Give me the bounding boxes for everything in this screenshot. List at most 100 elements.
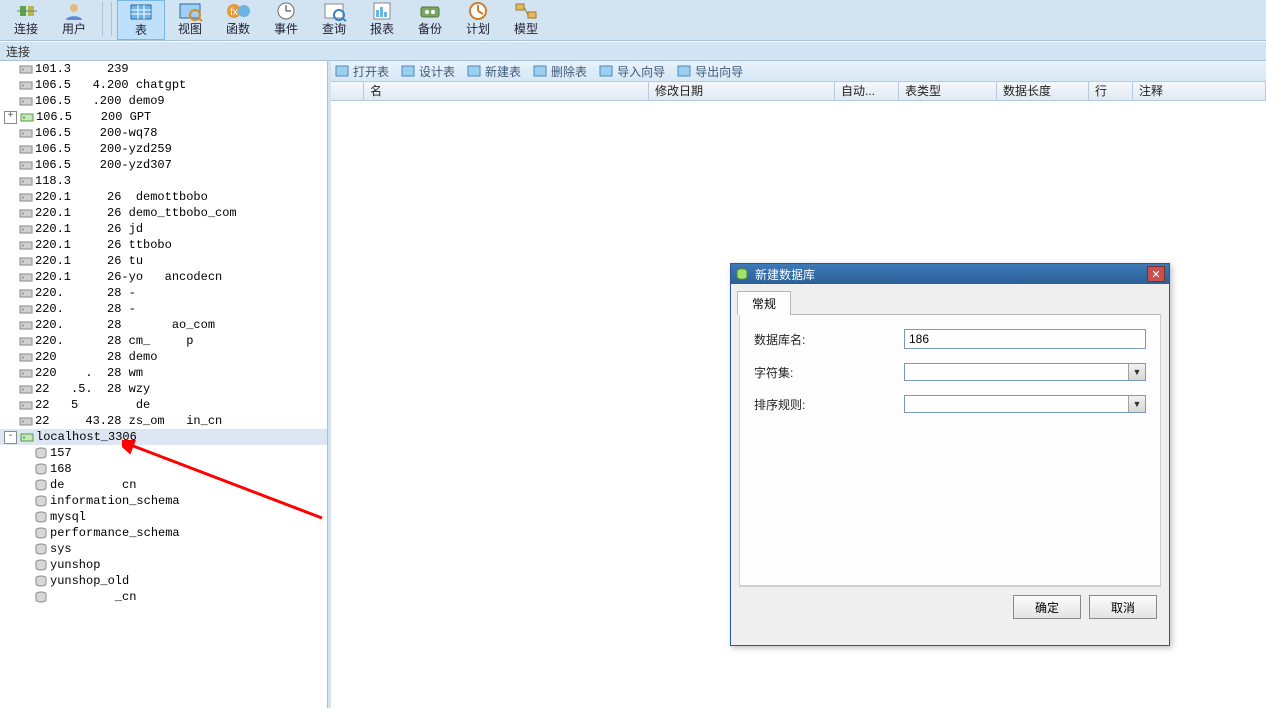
toolbar-event-label: 事件 <box>274 22 298 36</box>
column-header[interactable]: 表类型 <box>899 82 997 100</box>
server-node[interactable]: 106.5 200-yzd259 <box>0 141 327 157</box>
charset-input[interactable] <box>904 363 1146 381</box>
database-node[interactable]: performance_schema <box>0 525 327 541</box>
column-header[interactable]: 自动... <box>835 82 899 100</box>
collapse-icon[interactable]: - <box>4 431 17 444</box>
server-icon <box>19 350 33 364</box>
tab-general[interactable]: 常规 <box>737 291 791 315</box>
server-node[interactable]: 220.1 26-yo ancodecn <box>0 269 327 285</box>
toolbar-table-button[interactable]: 表 <box>117 0 165 40</box>
server-node[interactable]: 220. 28 cm_ p <box>0 333 327 349</box>
collation-input[interactable] <box>904 395 1146 413</box>
db-icon <box>34 446 48 460</box>
node-label: 168 <box>50 461 72 477</box>
database-node[interactable]: sys <box>0 541 327 557</box>
toolbar-backup-button[interactable]: 备份 <box>407 0 453 38</box>
database-node[interactable]: de cn <box>0 477 327 493</box>
server-node[interactable]: 106.5 4.200 chatgpt <box>0 77 327 93</box>
server-node[interactable]: 101.3 239 <box>0 61 327 77</box>
toolbar-connect-button[interactable]: 连接 <box>3 0 49 38</box>
column-header[interactable] <box>331 82 364 100</box>
chevron-down-icon[interactable]: ▼ <box>1128 396 1145 412</box>
server-icon <box>19 94 33 108</box>
column-header[interactable]: 数据长度 <box>997 82 1089 100</box>
design-table-icon <box>401 64 415 78</box>
server-node[interactable]: 220.1 26 jd <box>0 221 327 237</box>
server-node[interactable]: +106.5 200 GPT <box>0 109 327 125</box>
database-node[interactable]: 168 <box>0 461 327 477</box>
toolbar-plan-button[interactable]: 计划 <box>455 0 501 38</box>
server-node[interactable]: 106.5 .200 demo9 <box>0 93 327 109</box>
db-icon <box>34 510 48 524</box>
dialog-tabs: 常规 <box>731 284 1169 314</box>
cancel-button[interactable]: 取消 <box>1089 595 1157 619</box>
toolbar-report-button[interactable]: 报表 <box>359 0 405 38</box>
new-table-button[interactable]: 新建表 <box>467 63 521 80</box>
node-label: 220. 28 - <box>35 285 136 301</box>
database-node[interactable]: _cn <box>0 589 327 605</box>
server-icon <box>19 78 33 92</box>
server-node[interactable]: 22 5 de <box>0 397 327 413</box>
node-label: 157 <box>50 445 72 461</box>
database-node[interactable]: information_schema <box>0 493 327 509</box>
import-wizard-button[interactable]: 导入向导 <box>599 63 665 80</box>
database-node[interactable]: mysql <box>0 509 327 525</box>
ok-button[interactable]: 确定 <box>1013 595 1081 619</box>
server-node[interactable]: 220 28 demo <box>0 349 327 365</box>
database-node[interactable]: yunshop <box>0 557 327 573</box>
dialog-close-button[interactable]: ✕ <box>1147 266 1165 282</box>
db-icon <box>34 558 48 572</box>
node-label: 220.1 26 demo_ttbobo_com <box>35 205 237 221</box>
db-icon <box>34 526 48 540</box>
server-node[interactable]: 220. 28 ao_com <box>0 317 327 333</box>
server-node[interactable]: 220. 28 - <box>0 301 327 317</box>
server-node[interactable]: 220.1 26 demottbobo <box>0 189 327 205</box>
database-node[interactable]: 157 <box>0 445 327 461</box>
server-node[interactable]: 106.5 200-yzd307 <box>0 157 327 173</box>
export-wizard-button[interactable]: 导出向导 <box>677 63 743 80</box>
import-wizard-label: 导入向导 <box>617 63 665 80</box>
server-node[interactable]: 220 . 28 wm <box>0 365 327 381</box>
connection-label: 连接 <box>6 43 30 60</box>
server-node[interactable]: 22 .5. 28 wzy <box>0 381 327 397</box>
node-label: mysql <box>50 509 86 525</box>
column-header[interactable]: 行 <box>1089 82 1133 100</box>
database-node[interactable]: yunshop_old <box>0 573 327 589</box>
toolbar-function-button[interactable]: fx函数 <box>215 0 261 38</box>
server-node[interactable]: 22 43.28 zs_om in_cn <box>0 413 327 429</box>
open-table-button[interactable]: 打开表 <box>335 63 389 80</box>
server-node[interactable]: -localhost_3306 <box>0 429 327 445</box>
server-node[interactable]: 220.1 26 tu <box>0 253 327 269</box>
toolbar-view-label: 视图 <box>178 22 202 36</box>
collation-combo[interactable]: ▼ <box>904 395 1146 413</box>
node-label: 22 5 de <box>35 397 150 413</box>
toolbar-query-button[interactable]: 查询 <box>311 0 357 38</box>
column-header[interactable]: 修改日期 <box>649 82 835 100</box>
db-name-input[interactable] <box>904 329 1146 349</box>
table-icon <box>124 1 158 23</box>
toolbar-model-button[interactable]: 模型 <box>503 0 549 38</box>
chevron-down-icon[interactable]: ▼ <box>1128 364 1145 380</box>
server-node[interactable]: 106.5 200-wq78 <box>0 125 327 141</box>
query-icon <box>317 0 351 22</box>
server-node[interactable]: 220.1 26 ttbobo <box>0 237 327 253</box>
expand-icon[interactable]: + <box>4 111 17 124</box>
dialog-titlebar[interactable]: 新建数据库 ✕ <box>731 264 1169 284</box>
toolbar-user-button[interactable]: 用户 <box>51 0 97 38</box>
node-label: 106.5 .200 demo9 <box>35 93 165 109</box>
server-node[interactable]: 220. 28 - <box>0 285 327 301</box>
connection-tree[interactable]: 101.3 239106.5 4.200 chatgpt106.5 .200 d… <box>0 61 327 708</box>
server-node[interactable]: 118.3 <box>0 173 327 189</box>
server-node[interactable]: 220.1 26 demo_ttbobo_com <box>0 205 327 221</box>
server-icon <box>19 318 33 332</box>
delete-table-button[interactable]: 删除表 <box>533 63 587 80</box>
node-label: 106.5 200-yzd307 <box>35 157 172 173</box>
server-icon <box>19 286 33 300</box>
toolbar-view-button[interactable]: 视图 <box>167 0 213 38</box>
charset-combo[interactable]: ▼ <box>904 363 1146 381</box>
column-header[interactable]: 名 <box>364 82 649 100</box>
design-table-button[interactable]: 设计表 <box>401 63 455 80</box>
node-label: 220.1 26 jd <box>35 221 143 237</box>
column-header[interactable]: 注释 <box>1133 82 1266 100</box>
toolbar-event-button[interactable]: 事件 <box>263 0 309 38</box>
